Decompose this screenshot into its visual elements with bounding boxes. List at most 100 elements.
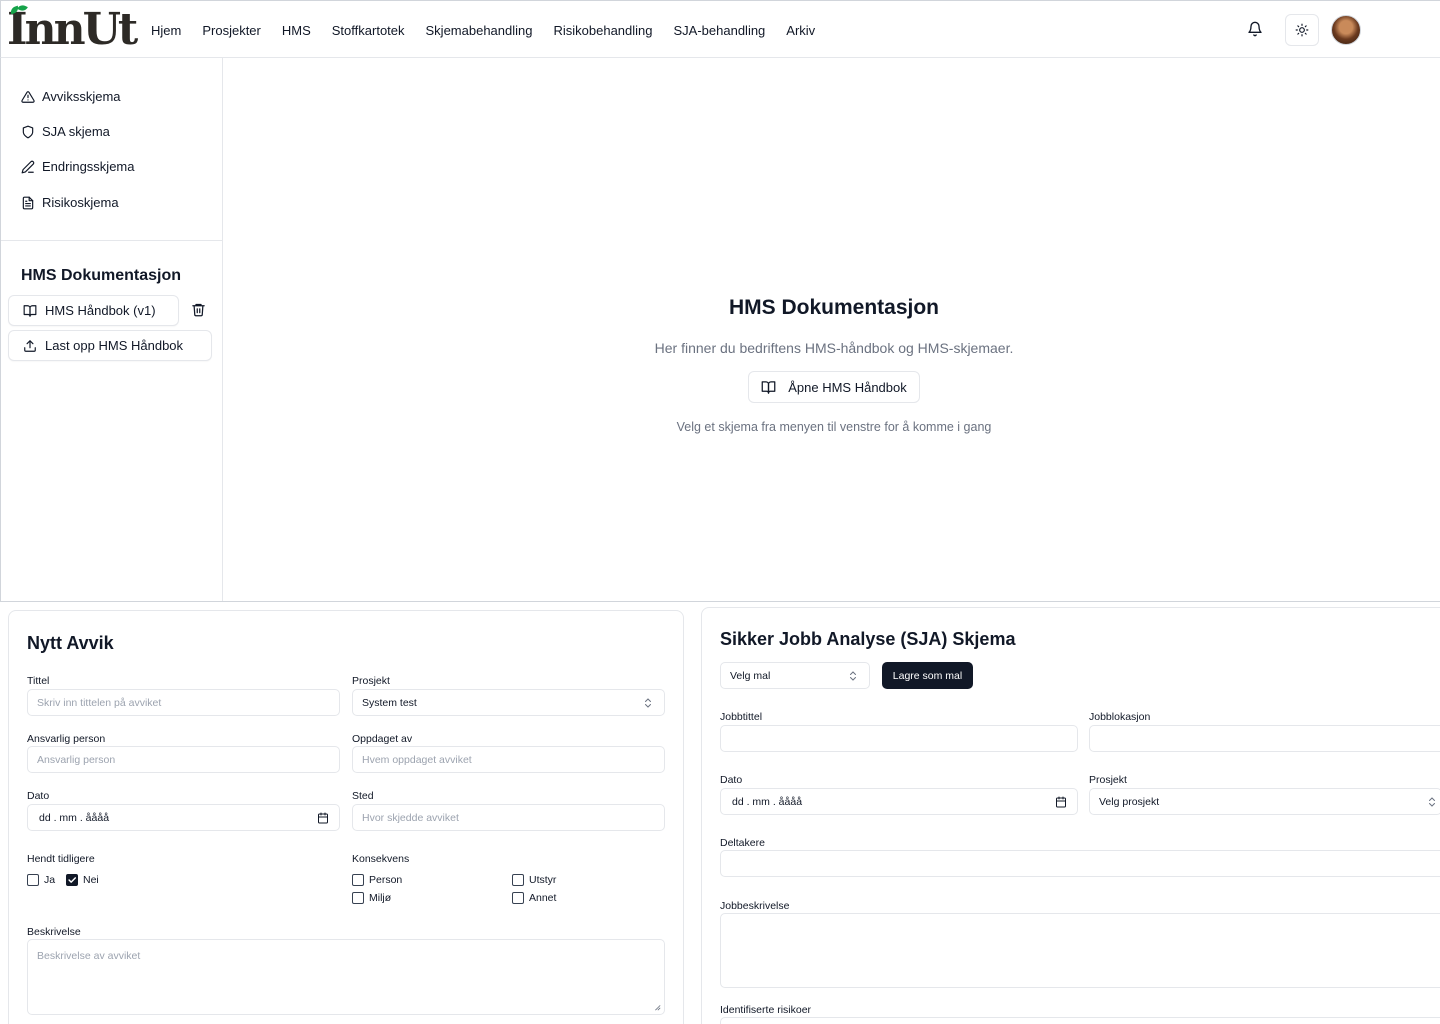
utstyr-checkbox[interactable]: Utstyr (512, 874, 556, 886)
nav-prosjekter[interactable]: Prosjekter (202, 23, 261, 38)
deltakere-label: Deltakere (720, 837, 765, 849)
prosjekt-value: System test (362, 696, 417, 709)
jobblokasjon-label: Jobblokasjon (1089, 711, 1151, 723)
bell-icon[interactable] (1247, 21, 1265, 39)
checkbox-box (512, 874, 524, 886)
jobblokasjon-input[interactable] (1089, 725, 1440, 752)
chevron-updown-icon (850, 671, 856, 681)
jobbeskrivelse-textarea[interactable] (720, 913, 1440, 988)
dato-value: dd . mm . åååå (39, 811, 110, 824)
sidebar-item-label: Endringsskjema (42, 159, 135, 174)
save-template-button[interactable]: Lagre som mal (882, 662, 973, 689)
dato-input[interactable]: dd . mm . åååå (27, 804, 340, 831)
calendar-icon[interactable] (317, 812, 329, 824)
sja-prosjekt-select[interactable]: Velg prosjekt (1089, 788, 1440, 815)
main-nav: Hjem Prosjekter HMS Stoffkartotek Skjema… (151, 23, 836, 38)
sted-label: Sted (352, 790, 374, 802)
oppdaget-label: Oppdaget av (352, 733, 413, 745)
sun-icon (1295, 23, 1309, 37)
sidebar: Avviksskjema SJA skjema Endringsskjema R… (0, 58, 223, 601)
open-handbook-button[interactable]: Åpne HMS Håndbok (748, 371, 920, 403)
konsekvens-label: Konsekvens (352, 853, 410, 865)
warning-triangle-icon (21, 90, 35, 103)
top-navbar: InnUt Hjem Prosjekter HMS Stoffkartotek … (0, 0, 1440, 58)
pencil-icon (21, 160, 35, 173)
person-label: Person (369, 874, 403, 886)
sidebar-divider (1, 240, 223, 241)
hms-handbook-button[interactable]: HMS Håndbok (v1) (8, 295, 179, 326)
beskrivelse-textarea[interactable]: Beskrivelse av avviket (27, 939, 665, 1015)
checkbox-box-checked (66, 874, 78, 886)
document-icon (22, 196, 34, 209)
sidebar-item-label: SJA skjema (42, 124, 110, 139)
utstyr-label: Utstyr (529, 874, 557, 886)
tittel-input[interactable]: Skriv inn tittelen på avviket (27, 689, 340, 716)
upload-handbook-button[interactable]: Last opp HMS Håndbok (8, 330, 212, 361)
ja-checkbox[interactable]: Ja (27, 874, 55, 886)
sidebar-item-sja-skjema[interactable]: SJA skjema (21, 124, 110, 139)
miljo-checkbox[interactable]: Miljø (352, 892, 391, 904)
sja-dato-value: dd . mm . åååå (732, 795, 803, 808)
main-content: HMS Dokumentasjon Her finner du bedrifte… (223, 58, 1440, 601)
sja-dato-input[interactable]: dd . mm . åååå (720, 788, 1078, 815)
tittel-label: Tittel (27, 675, 50, 687)
nav-hms[interactable]: HMS (282, 23, 311, 38)
beskrivelse-label: Beskrivelse (27, 926, 81, 938)
oppdaget-input[interactable]: Hvem oppdaget avviket (352, 746, 665, 773)
user-avatar[interactable] (1331, 15, 1361, 45)
open-handbook-label: Åpne HMS Håndbok (788, 379, 907, 395)
sja-form-card: Sikker Jobb Analyse (SJA) Skjema Velg ma… (701, 607, 1440, 1024)
ansvarlig-input[interactable]: Ansvarlig person (27, 746, 340, 773)
risikoer-input[interactable] (720, 1017, 1440, 1024)
nav-hjem[interactable]: Hjem (151, 23, 181, 38)
resize-grip-icon[interactable] (653, 1003, 661, 1011)
prosjekt-label: Prosjekt (352, 675, 390, 687)
handbook-label: HMS Håndbok (v1) (45, 303, 156, 318)
prosjekt-select[interactable]: System test (352, 689, 665, 716)
sja-prosjekt-label: Prosjekt (1089, 774, 1127, 786)
upload-label: Last opp HMS Håndbok (45, 338, 184, 353)
beskrivelse-placeholder: Beskrivelse av avviket (37, 950, 141, 962)
chevron-updown-icon (1429, 797, 1435, 807)
checkbox-box (512, 892, 524, 904)
sidebar-item-label: Avviksskjema (42, 89, 121, 104)
checkbox-box (27, 874, 39, 886)
page-subtitle: Her finner du bedriftens HMS-håndbok og … (654, 340, 1014, 356)
ja-label: Ja (44, 874, 56, 886)
theme-toggle-button[interactable] (1285, 14, 1319, 46)
sted-input[interactable]: Hvor skjedde avviket (352, 804, 665, 831)
calendar-icon[interactable] (1055, 796, 1067, 808)
nei-checkbox[interactable]: Nei (66, 874, 99, 886)
nav-sja-behandling[interactable]: SJA-behandling (674, 23, 766, 38)
nav-skjemabehandling[interactable]: Skjemabehandling (426, 23, 533, 38)
checkbox-box (352, 892, 364, 904)
sja-title: Sikker Jobb Analyse (SJA) Skjema (720, 629, 1016, 649)
annet-label: Annet (529, 892, 557, 904)
template-select[interactable]: Velg mal (720, 662, 870, 689)
annet-checkbox[interactable]: Annet (512, 892, 556, 904)
jobbtittel-label: Jobbtittel (720, 711, 763, 723)
sidebar-item-label: Risikoskjema (42, 195, 119, 210)
chevron-updown-icon (645, 698, 651, 708)
sidebar-item-endringsskjema[interactable]: Endringsskjema (21, 159, 135, 174)
person-checkbox[interactable]: Person (352, 874, 402, 886)
upload-icon (24, 339, 36, 352)
nei-label: Nei (83, 874, 99, 886)
innut-logo[interactable]: InnUt (7, 3, 138, 55)
nav-stoffkartotek[interactable]: Stoffkartotek (332, 23, 405, 38)
jobbtittel-input[interactable] (720, 725, 1078, 752)
sidebar-item-risikoskjema[interactable]: Risikoskjema (21, 195, 119, 210)
avvik-form-card: Nytt Avvik Tittel Skriv inn tittelen på … (8, 610, 684, 1024)
trash-icon[interactable] (191, 302, 207, 318)
sja-dato-label: Dato (720, 774, 743, 786)
risikoer-label: Identifiserte risikoer (720, 1004, 812, 1016)
shield-icon (22, 125, 34, 138)
sidebar-item-avviksskjema[interactable]: Avviksskjema (21, 89, 121, 104)
sja-prosjekt-value: Velg prosjekt (1099, 795, 1160, 808)
page-title: HMS Dokumentasjon (728, 296, 940, 319)
nav-risikobehandling[interactable]: Risikobehandling (553, 23, 652, 38)
nav-arkiv[interactable]: Arkiv (786, 23, 815, 38)
checkbox-box (352, 874, 364, 886)
logo-text: InnUt (7, 4, 138, 55)
deltakere-input[interactable] (720, 850, 1440, 877)
